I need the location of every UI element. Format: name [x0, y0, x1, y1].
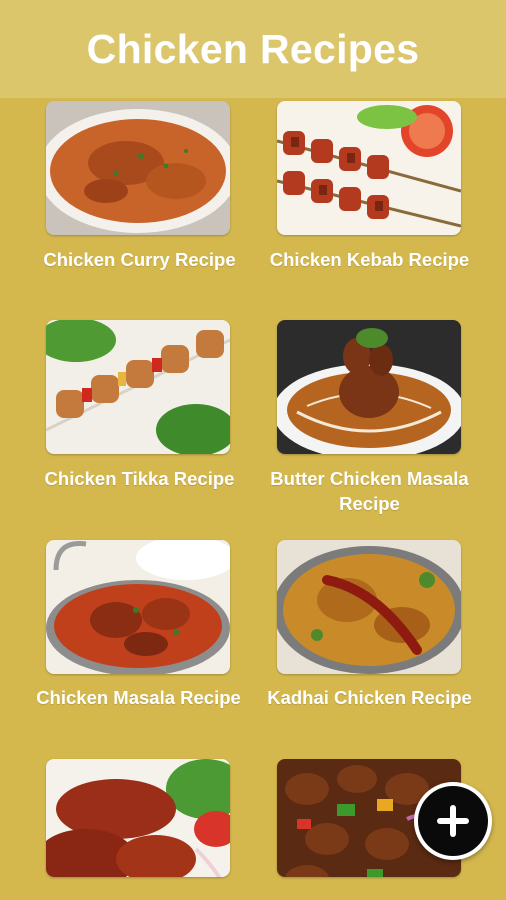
plus-icon — [437, 805, 469, 837]
recipe-title[interactable]: Chicken Masala Recipe — [12, 685, 265, 710]
fab-circle — [418, 786, 488, 856]
page-title: Chicken Recipes — [86, 25, 420, 72]
recipe-title[interactable]: Kadhai Chicken Recipe — [243, 685, 496, 710]
recipe-image-chicken-tikka[interactable] — [46, 320, 230, 454]
recipe-title[interactable]: Chicken Tikka Recipe — [13, 466, 266, 491]
recipe-image-chicken-masala[interactable] — [46, 540, 230, 674]
app-header: Chicken Recipes — [0, 0, 506, 98]
recipe-image-butter-chicken[interactable] — [277, 320, 461, 454]
recipe-image-chicken-curry[interactable] — [46, 101, 230, 235]
recipe-image-chicken-kebab[interactable] — [277, 101, 461, 235]
recipe-title[interactable]: Chicken Kebab Recipe — [243, 247, 496, 272]
recipe-title[interactable]: Butter Chicken Masala Recipe — [243, 466, 496, 516]
recipe-image-kadhai-chicken[interactable] — [277, 540, 461, 674]
recipe-image-tandoori-chicken[interactable] — [46, 759, 230, 877]
add-button[interactable] — [414, 782, 492, 860]
recipe-title[interactable]: Chicken Curry Recipe — [13, 247, 266, 272]
